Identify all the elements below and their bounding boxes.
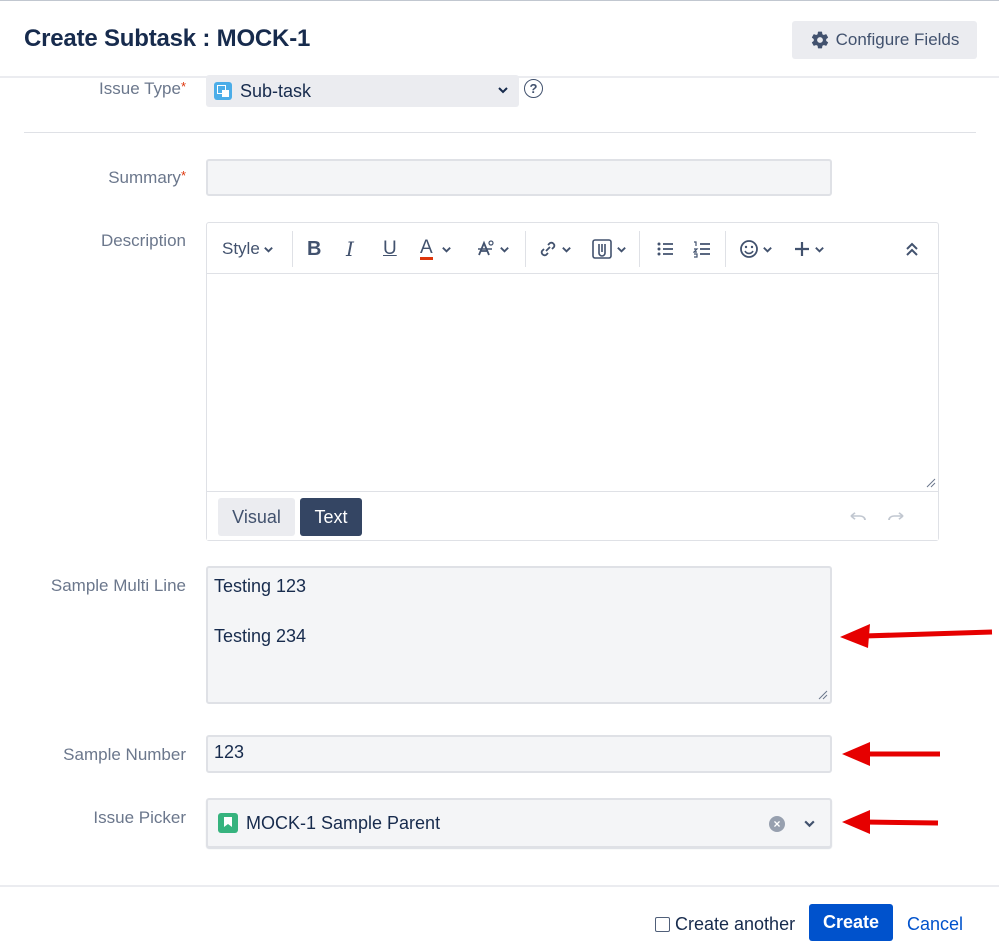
cancel-link[interactable]: Cancel: [907, 914, 963, 935]
description-label: Description: [100, 231, 186, 250]
editor-mode-bar: Visual Text: [207, 491, 938, 540]
subtask-icon: [214, 82, 232, 100]
dialog-header: Create Subtask : MOCK-1 Configure Fields: [0, 0, 999, 78]
chevron-down-icon: [500, 246, 509, 253]
chevron-down-icon: [617, 246, 626, 253]
text-mode-tab[interactable]: Text: [300, 498, 362, 536]
underline-button[interactable]: U: [383, 237, 397, 261]
gear-icon: [811, 31, 828, 49]
link-button[interactable]: [538, 237, 572, 261]
toolbar-separator: [725, 231, 726, 267]
plus-icon: [795, 242, 809, 256]
bullet-list-button[interactable]: [656, 237, 674, 261]
text-format-button[interactable]: [476, 237, 510, 261]
toolbar-separator: [292, 231, 293, 267]
attachment-button[interactable]: [591, 237, 627, 261]
create-another-label: Create another: [675, 914, 796, 934]
style-dropdown[interactable]: Style: [222, 237, 274, 261]
chevron-down-icon: [441, 246, 451, 253]
issue-type-value: Sub-task: [240, 80, 312, 101]
bullet-list-icon: [657, 242, 673, 256]
issue-picker-label: Issue Picker: [93, 808, 186, 827]
insert-more-button[interactable]: [793, 237, 825, 261]
story-icon: [218, 813, 238, 833]
bold-icon: B: [307, 237, 322, 260]
double-chevron-up-icon: [906, 242, 918, 256]
configure-fields-button[interactable]: Configure Fields: [792, 21, 977, 59]
resize-grip-icon[interactable]: [818, 690, 828, 700]
clear-icon[interactable]: ×: [769, 816, 785, 832]
configure-fields-label: Configure Fields: [835, 30, 960, 49]
redo-icon[interactable]: [886, 508, 906, 524]
numbered-list-button[interactable]: [693, 237, 711, 261]
undo-icon[interactable]: [848, 508, 868, 524]
sample-multi-line-textarea[interactable]: Testing 123 Testing 234: [206, 566, 832, 704]
multi-line-text-line: Testing 234: [214, 626, 307, 646]
sample-number-input[interactable]: 123: [206, 735, 832, 773]
sample-number-label: Sample Number: [63, 745, 186, 764]
visual-mode-tab[interactable]: Visual: [218, 498, 295, 536]
chevron-down-icon: [815, 246, 824, 253]
toolbar-separator: [525, 231, 526, 267]
numbered-list-icon: [693, 241, 710, 258]
text-color-icon: A: [420, 236, 433, 260]
required-marker: *: [180, 79, 186, 94]
issue-type-label-text: Issue Type: [99, 79, 181, 98]
summary-input[interactable]: [206, 159, 832, 196]
divider: [24, 132, 976, 133]
annotation-arrow: [842, 742, 940, 766]
issue-type-select[interactable]: Sub-task: [206, 75, 519, 107]
issue-type-label: Issue Type*: [99, 79, 186, 99]
chevron-down-icon: [263, 246, 273, 253]
summary-label-text: Summary: [108, 168, 181, 187]
multi-line-text-line: Testing 123: [214, 576, 307, 596]
sample-multi-line-label: Sample Multi Line: [50, 576, 186, 595]
help-icon[interactable]: ?: [524, 79, 543, 98]
chevron-down-icon: [498, 87, 508, 94]
dialog-footer: Create another Create Cancel: [0, 885, 999, 951]
style-label: Style: [222, 239, 260, 258]
annotation-arrow: [840, 624, 993, 648]
text-color-button[interactable]: A: [420, 237, 452, 261]
create-another-option[interactable]: Create another: [655, 914, 795, 935]
link-icon: [540, 241, 556, 257]
emoji-button[interactable]: [739, 237, 773, 261]
resize-grip-icon[interactable]: [926, 478, 936, 488]
create-button[interactable]: Create: [809, 904, 893, 941]
chevron-down-icon: [763, 246, 772, 253]
required-marker: *: [180, 168, 186, 183]
issue-picker-select[interactable]: MOCK-1 Sample Parent ×: [206, 798, 832, 848]
dialog-title: Create Subtask : MOCK-1: [24, 25, 311, 52]
description-textarea[interactable]: [207, 275, 938, 491]
create-another-checkbox[interactable]: [655, 917, 670, 932]
chevron-down-icon: [562, 246, 571, 253]
underline-icon: U: [383, 238, 397, 259]
issue-picker-value: MOCK-1 Sample Parent: [246, 812, 441, 833]
editor-toolbar: Style B I U A: [207, 223, 938, 274]
emoji-icon: [740, 240, 758, 258]
summary-label: Summary*: [108, 168, 186, 188]
bold-button[interactable]: B: [307, 237, 321, 261]
italic-icon: I: [346, 237, 354, 261]
text-format-icon: [478, 240, 494, 256]
description-editor: Style B I U A Visual Text: [206, 222, 939, 541]
toolbar-separator: [639, 231, 640, 267]
collapse-toolbar-button[interactable]: [905, 237, 919, 261]
attachment-icon: [592, 239, 612, 259]
annotation-arrow: [842, 810, 939, 834]
italic-button[interactable]: I: [346, 237, 354, 261]
chevron-down-icon[interactable]: [803, 817, 816, 830]
